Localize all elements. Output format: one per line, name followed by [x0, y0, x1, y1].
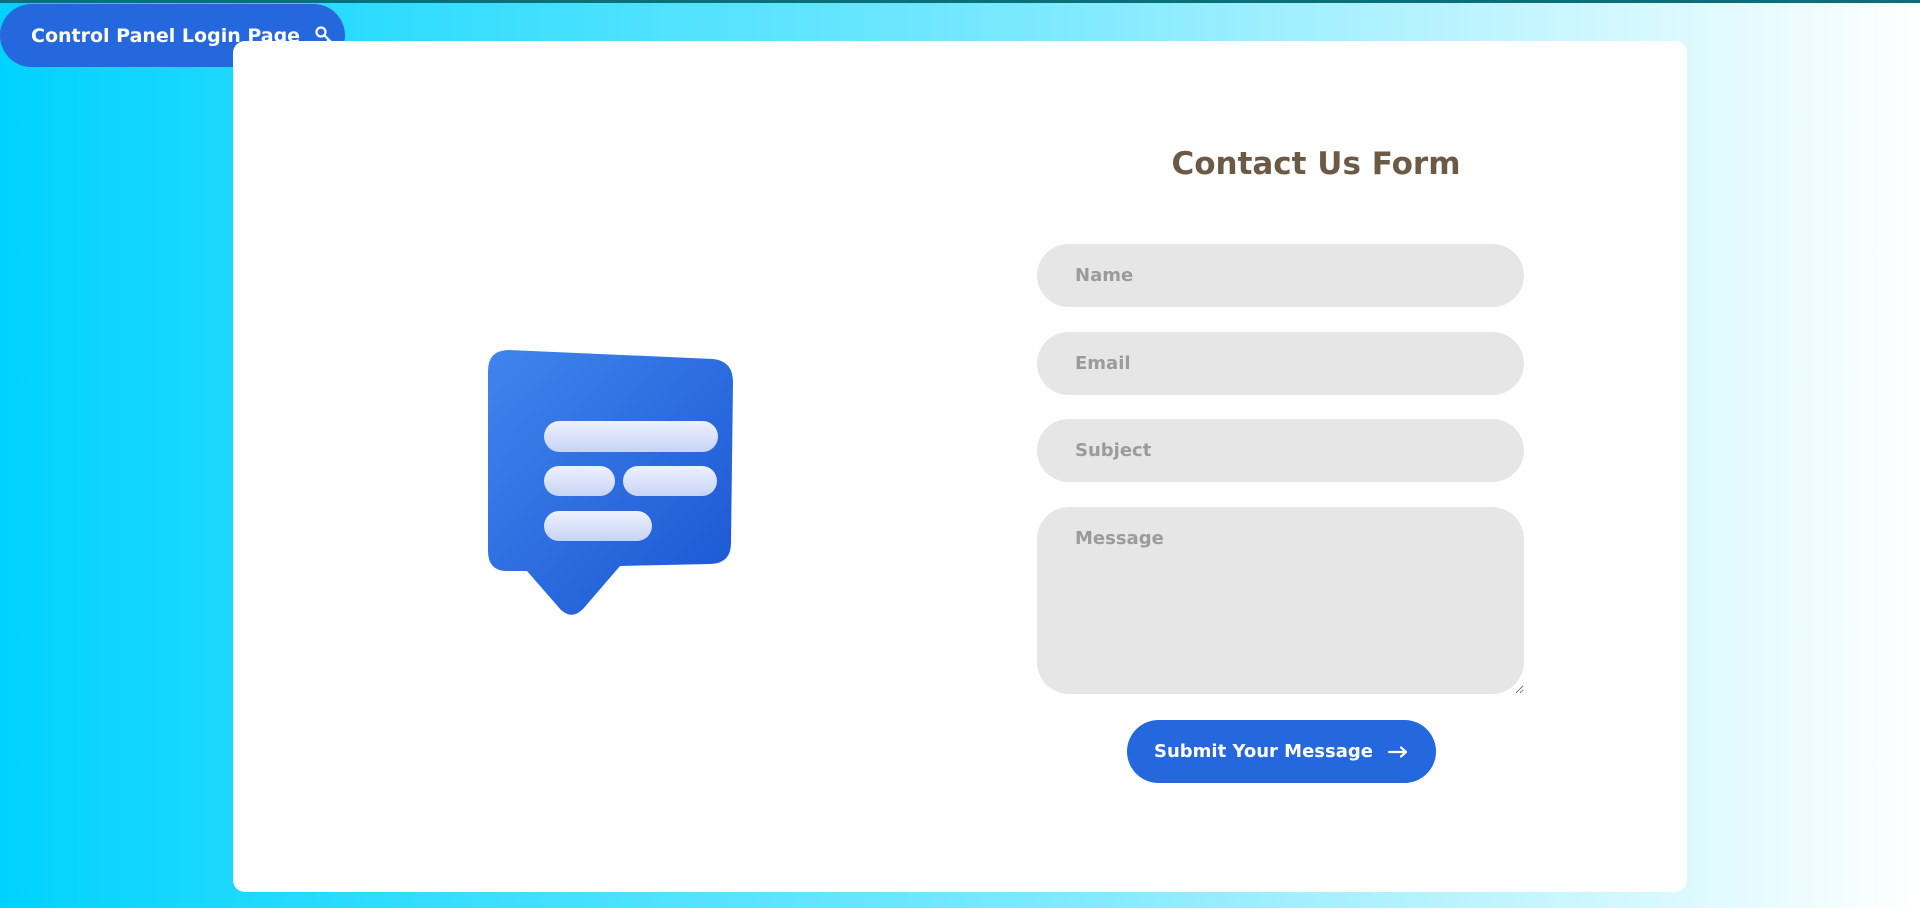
message-textarea[interactable]: [1037, 507, 1524, 694]
email-input[interactable]: [1037, 332, 1524, 395]
name-input[interactable]: [1037, 244, 1524, 307]
arrow-right-icon: [1387, 745, 1409, 759]
form-title: Contact Us Form: [1171, 146, 1461, 182]
submit-button[interactable]: Submit Your Message: [1127, 720, 1436, 783]
contact-card: Contact Us Form Submit Your Message: [233, 41, 1687, 892]
subject-input[interactable]: [1037, 419, 1524, 482]
chat-bubble-icon: [463, 326, 743, 616]
submit-button-label: Submit Your Message: [1154, 741, 1373, 762]
top-strip: [0, 0, 1920, 3]
